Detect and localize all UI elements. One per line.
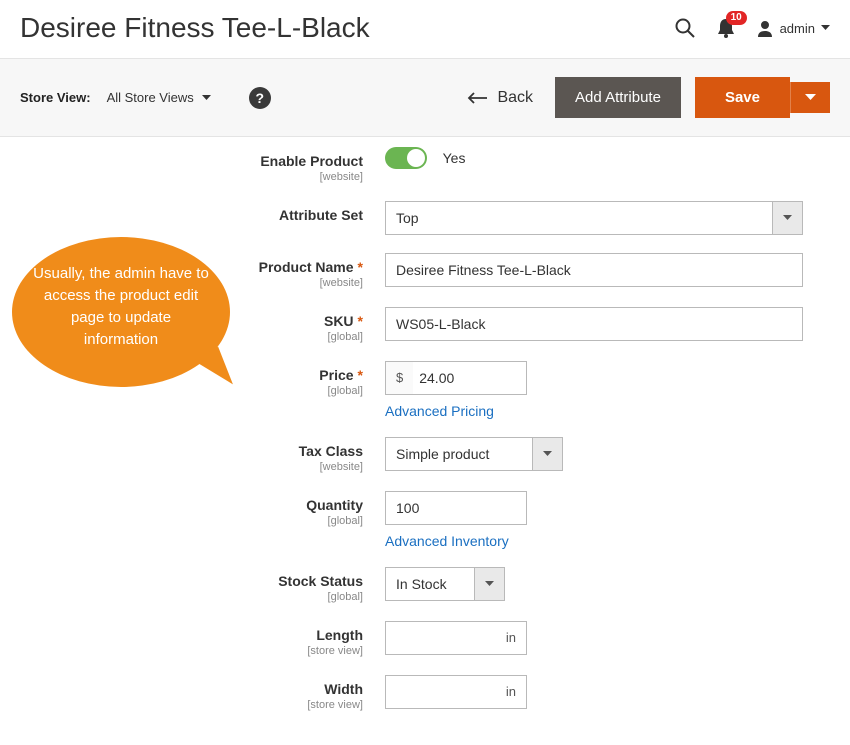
attribute-set-select[interactable]: Top [385, 201, 803, 235]
scope-quantity: [global] [30, 515, 363, 527]
width-input-group: in [385, 675, 527, 709]
row-quantity: Quantity [global] Advanced Inventory [30, 491, 820, 549]
stock-status-value: In Stock [386, 568, 474, 600]
toolbar: Store View: All Store Views ? Back Add A… [0, 58, 850, 137]
scope-width: [store view] [30, 699, 363, 711]
header-actions: 10 admin [674, 17, 830, 39]
row-enable-product: Enable Product [website] Yes [30, 147, 820, 183]
back-label: Back [497, 89, 533, 107]
price-input[interactable] [413, 362, 526, 394]
info-callout: Usually, the admin have to access the pr… [12, 237, 230, 387]
chevron-down-icon [821, 25, 830, 31]
length-input-group: in [385, 621, 527, 655]
length-input[interactable] [386, 622, 496, 654]
callout-text: Usually, the admin have to access the pr… [32, 263, 210, 351]
chevron-down-icon [474, 568, 504, 600]
user-label: admin [780, 21, 815, 36]
enable-value-text: Yes [443, 150, 466, 166]
scope-stock-status: [global] [30, 591, 363, 603]
scope-tax-class: [website] [30, 461, 363, 473]
save-menu-toggle[interactable] [790, 82, 830, 113]
back-button[interactable]: Back [467, 89, 533, 107]
label-enable: Enable Product [260, 153, 363, 169]
row-attribute-set: Attribute Set Top [30, 201, 820, 235]
store-view-value: All Store Views [107, 90, 194, 105]
product-form: Usually, the admin have to access the pr… [0, 137, 850, 745]
sku-input[interactable] [385, 307, 803, 341]
arrow-left-icon [467, 92, 487, 104]
quantity-input[interactable] [385, 491, 527, 525]
label-tax-class: Tax Class [299, 443, 363, 459]
label-product-name: Product Name* [259, 259, 363, 275]
notifications-badge: 10 [726, 11, 747, 25]
page-title: Desiree Fitness Tee-L-Black [20, 12, 370, 44]
help-icon[interactable]: ? [249, 87, 271, 109]
scope-enable: [website] [30, 171, 363, 183]
price-input-group: $ [385, 361, 527, 395]
chevron-down-icon [772, 202, 802, 234]
user-icon [756, 19, 774, 37]
scope-length: [store view] [30, 645, 363, 657]
length-unit: in [496, 622, 526, 654]
attribute-set-value: Top [386, 202, 772, 234]
save-button[interactable]: Save [695, 77, 790, 118]
width-unit: in [496, 676, 526, 708]
row-width: Width [store view] in [30, 675, 820, 711]
advanced-inventory-link[interactable]: Advanced Inventory [385, 533, 509, 549]
store-view-switcher[interactable]: All Store Views [107, 90, 211, 105]
width-input[interactable] [386, 676, 496, 708]
chevron-down-icon [532, 438, 562, 470]
notifications-icon[interactable]: 10 [716, 17, 736, 39]
product-name-input[interactable] [385, 253, 803, 287]
chevron-down-icon [202, 95, 211, 101]
page-header: Desiree Fitness Tee-L-Black 10 admin [0, 0, 850, 58]
tax-class-value: Simple product [386, 438, 532, 470]
scope-price: [global] [30, 385, 363, 397]
chevron-down-icon [805, 94, 816, 101]
store-view-label: Store View: [20, 90, 91, 105]
tax-class-select[interactable]: Simple product [385, 437, 563, 471]
row-stock-status: Stock Status [global] In Stock [30, 567, 820, 603]
row-tax-class: Tax Class [website] Simple product [30, 437, 820, 473]
user-menu[interactable]: admin [756, 19, 830, 37]
label-quantity: Quantity [306, 497, 363, 513]
label-price: Price* [319, 367, 363, 383]
search-icon[interactable] [674, 17, 696, 39]
add-attribute-button[interactable]: Add Attribute [555, 77, 681, 118]
advanced-pricing-link[interactable]: Advanced Pricing [385, 403, 494, 419]
currency-symbol: $ [386, 362, 413, 394]
label-width: Width [324, 681, 363, 697]
stock-status-select[interactable]: In Stock [385, 567, 505, 601]
label-stock-status: Stock Status [278, 573, 363, 589]
label-sku: SKU* [324, 313, 363, 329]
label-attribute-set: Attribute Set [279, 207, 363, 223]
label-length: Length [316, 627, 363, 643]
row-length: Length [store view] in [30, 621, 820, 657]
enable-product-toggle[interactable] [385, 147, 427, 169]
